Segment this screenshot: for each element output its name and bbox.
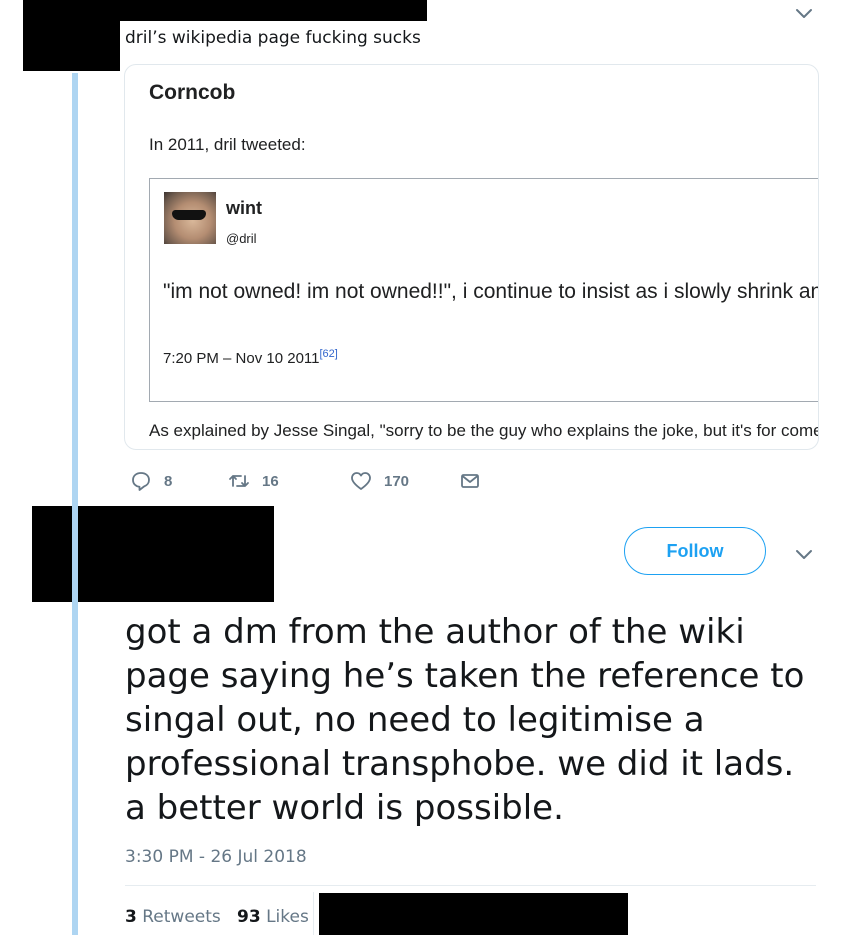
follow-button[interactable]: Follow [624, 527, 766, 575]
thread-connector-line [72, 73, 78, 935]
embedded-tweet-text: "im not owned! im not owned!!", i contin… [163, 280, 818, 303]
avatar [164, 192, 216, 244]
like-button[interactable]: 170 [350, 470, 409, 492]
embedded-author-handle: @dril [226, 231, 257, 246]
embedded-date-text: 7:20 PM – Nov 10 2011 [163, 350, 320, 367]
redacted-header-2 [32, 506, 274, 602]
embedded-tweet: wint @dril "im not owned! im not owned!!… [149, 178, 818, 402]
likes-label: Likes [266, 907, 309, 927]
likes-stat[interactable]: 93 Likes [237, 907, 309, 927]
tweet-timestamp[interactable]: 3:30 PM - 26 Jul 2018 [125, 847, 307, 867]
retweet-icon [228, 470, 250, 492]
reply-count: 8 [164, 472, 173, 490]
card-title: Corncob [149, 81, 236, 104]
redacted-avatar-1 [23, 0, 120, 71]
wikipedia-card[interactable]: Corncob In 2011, dril tweeted: wint @dri… [124, 64, 819, 450]
retweets-label: Retweets [142, 907, 221, 927]
like-count: 170 [384, 472, 410, 490]
redacted-liker-avatars [319, 893, 628, 935]
retweet-button[interactable]: 16 [228, 470, 279, 492]
chevron-down-icon[interactable] [793, 2, 815, 24]
dm-button[interactable] [459, 470, 481, 492]
heart-icon [350, 470, 372, 492]
card-intro: In 2011, dril tweeted: [149, 135, 306, 154]
card-footer-text: As explained by Jesse Singal, "sorry to … [149, 421, 818, 440]
divider [313, 892, 314, 935]
envelope-icon [459, 470, 481, 492]
embedded-author-name: wint [226, 198, 262, 218]
retweets-stat[interactable]: 3 Retweets [125, 907, 221, 927]
divider [125, 885, 816, 886]
tweet-stats: 3 Retweets 93 Likes [125, 907, 309, 927]
retweet-count: 16 [262, 472, 279, 490]
tweet-text: dril’s wikipedia page fucking sucks [125, 28, 421, 48]
retweets-count: 3 [125, 907, 137, 927]
reply-button[interactable]: 8 [130, 470, 172, 492]
likes-count: 93 [237, 907, 261, 927]
reply-icon [130, 470, 152, 492]
embedded-tweet-date: 7:20 PM – Nov 10 2011[62] [163, 348, 338, 367]
tweet-text: got a dm from the author of the wiki pag… [125, 612, 805, 828]
citation-link[interactable]: [62] [320, 348, 338, 360]
chevron-down-icon[interactable] [793, 543, 815, 565]
